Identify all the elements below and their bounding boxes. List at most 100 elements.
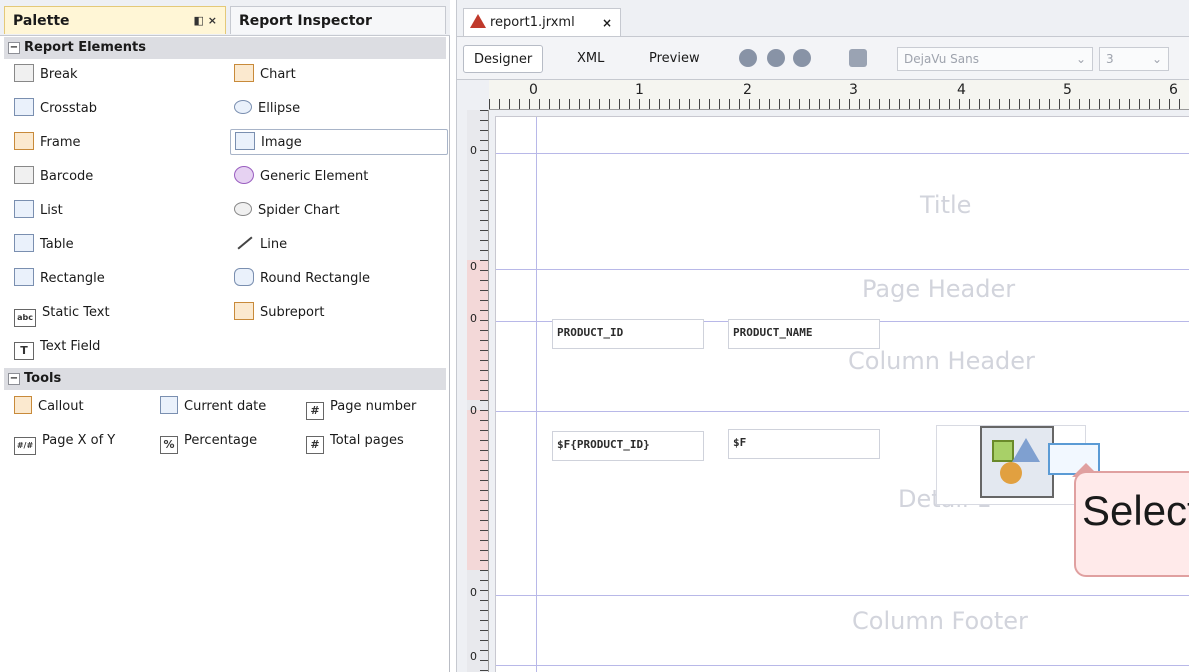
callout-icon bbox=[14, 396, 32, 414]
image-square-shape bbox=[992, 440, 1014, 462]
report-elements-section-header[interactable]: − Report Elements bbox=[4, 37, 446, 59]
tool-item-callout[interactable]: Callout bbox=[14, 394, 84, 420]
ruler-label: 6 bbox=[1169, 82, 1178, 98]
report-editor: report1.jrxml × Designer XML Preview Dej… bbox=[456, 0, 1189, 672]
element-properties-icon[interactable] bbox=[849, 49, 867, 67]
palette-item-subreport[interactable]: Subreport bbox=[234, 300, 324, 326]
ruler-label: 4 bbox=[957, 82, 966, 98]
palette-item-ellipse[interactable]: Ellipse bbox=[234, 96, 300, 122]
palette-item-text-field[interactable]: T Text Field bbox=[14, 334, 100, 360]
palette-item-crosstab[interactable]: Crosstab bbox=[14, 96, 97, 122]
page-number-icon: # bbox=[306, 402, 324, 420]
palette-panel: Palette ◧ × Report Inspector − Report Ele… bbox=[0, 0, 450, 672]
chevron-down-icon: ⌄ bbox=[1151, 52, 1162, 66]
image-circle-shape bbox=[1000, 462, 1022, 484]
image-triangle-shape bbox=[1012, 438, 1040, 462]
crosstab-icon bbox=[14, 98, 34, 116]
ruler-label: 5 bbox=[1063, 82, 1072, 98]
zoom-out-icon[interactable] bbox=[793, 49, 811, 67]
text-field-icon: T bbox=[14, 342, 34, 360]
ireport-designer-window: Palette ◧ × Report Inspector − Report Ele… bbox=[0, 0, 1189, 672]
band-title[interactable]: Title bbox=[920, 191, 971, 219]
band-separator bbox=[496, 269, 1189, 270]
tool-item-percentage[interactable]: % Percentage bbox=[160, 428, 257, 454]
ruler-label: 2 bbox=[743, 82, 752, 98]
tab-report1-jrxml[interactable]: report1.jrxml × bbox=[463, 8, 621, 36]
view-preview-button[interactable]: Preview bbox=[639, 45, 710, 73]
generic-element-icon bbox=[234, 166, 254, 184]
collapse-icon[interactable]: − bbox=[8, 42, 20, 54]
total-pages-icon: # bbox=[306, 436, 324, 454]
palette-item-table[interactable]: Table bbox=[14, 232, 74, 258]
ruler-label: 0 bbox=[529, 82, 538, 98]
table-icon bbox=[14, 234, 34, 252]
ruler-ticks bbox=[480, 110, 488, 672]
tab-report-inspector[interactable]: Report Inspector bbox=[230, 6, 446, 34]
ruler-label: 0 bbox=[470, 404, 477, 417]
palette-item-chart[interactable]: Chart bbox=[234, 62, 296, 88]
tab-palette-label: Palette bbox=[13, 13, 70, 29]
palette-item-spider-chart[interactable]: Spider Chart bbox=[234, 198, 340, 224]
band-separator bbox=[496, 595, 1189, 596]
font-family-select[interactable]: DejaVu Sans ⌄ bbox=[897, 47, 1093, 71]
list-icon bbox=[14, 200, 34, 218]
report-canvas[interactable]: Title Page Header Column Header Detail 1… bbox=[495, 116, 1189, 672]
palette-item-static-text[interactable]: abc Static Text bbox=[14, 300, 110, 327]
band-page-header[interactable]: Page Header bbox=[862, 275, 1015, 303]
zoom-in-icon[interactable] bbox=[767, 49, 785, 67]
collapse-icon[interactable]: − bbox=[8, 373, 20, 385]
palette-item-barcode[interactable]: Barcode bbox=[14, 164, 93, 190]
palette-minimize-close-icon[interactable]: ◧ × bbox=[194, 7, 217, 35]
palette-item-list[interactable]: List bbox=[14, 198, 63, 224]
ellipse-icon bbox=[234, 100, 252, 114]
palette-item-rectangle[interactable]: Rectangle bbox=[14, 266, 105, 292]
ruler-label: 0 bbox=[470, 586, 477, 599]
tab-report-inspector-label: Report Inspector bbox=[239, 13, 372, 29]
tools-section-header[interactable]: − Tools bbox=[4, 368, 446, 390]
tool-item-page-x-of-y[interactable]: #/# Page X of Y bbox=[14, 428, 115, 455]
horizontal-ruler: 0 1 2 3 4 5 6 bbox=[489, 80, 1189, 110]
rectangle-icon bbox=[14, 268, 34, 286]
ruler-label: 3 bbox=[849, 82, 858, 98]
ruler-ticks bbox=[489, 99, 1189, 109]
palette-item-generic-element[interactable]: Generic Element bbox=[234, 164, 368, 190]
page-x-of-y-icon: #/# bbox=[14, 437, 36, 455]
band-separator bbox=[496, 153, 1189, 154]
line-icon bbox=[234, 234, 254, 252]
palette-item-round-rectangle[interactable]: Round Rectangle bbox=[234, 266, 370, 292]
close-tab-icon[interactable]: × bbox=[602, 9, 612, 37]
tool-item-page-number[interactable]: # Page number bbox=[306, 394, 416, 420]
callout-text: Select bbox=[1082, 487, 1189, 534]
band-separator bbox=[496, 665, 1189, 666]
palette-item-image[interactable]: Image bbox=[230, 129, 448, 155]
ruler-label: 1 bbox=[635, 82, 644, 98]
zoom-fit-icon[interactable] bbox=[739, 49, 757, 67]
header-field-product-id[interactable]: PRODUCT_ID bbox=[552, 319, 704, 349]
palette-item-line[interactable]: Line bbox=[234, 232, 287, 258]
detail-field-product-id[interactable]: $F{PRODUCT_ID} bbox=[552, 431, 704, 461]
detail-field-product-name[interactable]: $F bbox=[728, 429, 880, 459]
tool-item-total-pages[interactable]: # Total pages bbox=[306, 428, 404, 454]
chevron-down-icon: ⌄ bbox=[1075, 52, 1086, 66]
band-column-header[interactable]: Column Header bbox=[848, 347, 1035, 375]
image-icon bbox=[235, 132, 255, 150]
view-xml-button[interactable]: XML bbox=[567, 45, 614, 73]
band-column-footer[interactable]: Column Footer bbox=[852, 607, 1028, 635]
chart-icon bbox=[234, 64, 254, 82]
palette-item-frame[interactable]: Frame bbox=[14, 130, 81, 156]
tool-item-current-date[interactable]: Current date bbox=[160, 394, 266, 420]
frame-icon bbox=[14, 132, 34, 150]
subreport-icon bbox=[234, 302, 254, 320]
instruction-callout: Select bbox=[1074, 471, 1189, 577]
tab-palette[interactable]: Palette ◧ × bbox=[4, 6, 226, 34]
font-size-select[interactable]: 3 ⌄ bbox=[1099, 47, 1169, 71]
panel-tab-bar: Palette ◧ × Report Inspector bbox=[0, 0, 450, 36]
palette-item-break[interactable]: Break bbox=[14, 62, 77, 88]
report-file-icon bbox=[470, 14, 486, 28]
header-field-product-name[interactable]: PRODUCT_NAME bbox=[728, 319, 880, 349]
band-separator bbox=[496, 411, 1189, 412]
spider-chart-icon bbox=[234, 202, 252, 216]
view-designer-button[interactable]: Designer bbox=[463, 45, 544, 73]
left-margin-guide bbox=[536, 117, 537, 672]
barcode-icon bbox=[14, 166, 34, 184]
